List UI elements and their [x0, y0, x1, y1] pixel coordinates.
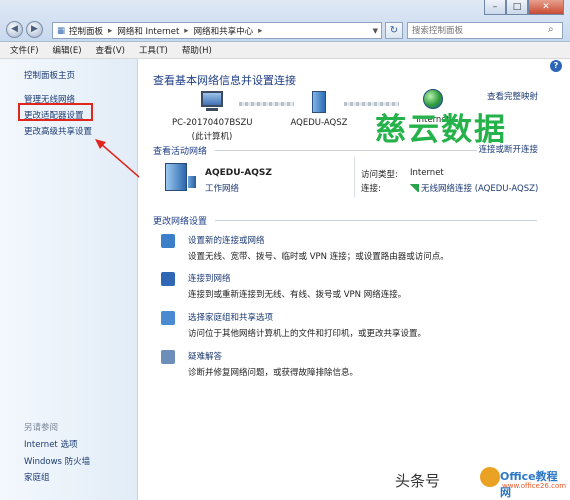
- connect-network-icon: [161, 272, 175, 286]
- change-settings-label: 更改网络设置: [153, 217, 208, 227]
- divider: [215, 220, 537, 221]
- task-title[interactable]: 设置新的连接或网络: [188, 234, 265, 246]
- divider: [354, 157, 355, 197]
- office-logo-icon: [480, 467, 500, 487]
- homegroup-icon: [161, 311, 175, 325]
- troubleshoot-icon: [161, 350, 175, 364]
- computer-icon: [201, 91, 223, 107]
- task-desc: 连接到或重新连接到无线、有线、拨号或 VPN 网络连接。: [188, 290, 407, 300]
- connections-value: 无线网络连接 (AQEDU-AQSZ): [421, 184, 539, 194]
- task-title[interactable]: 疑难解答: [188, 350, 222, 362]
- setup-connection-icon: [161, 234, 175, 248]
- node-router: AQEDU-AQSZ: [279, 91, 359, 128]
- network-name: AQEDU-AQSZ: [205, 168, 272, 178]
- router-icon: [312, 91, 326, 113]
- task-desc: 诊断并修复网络问题，或获得故障排除信息。: [188, 368, 359, 378]
- active-networks-label: 查看活动网络: [153, 147, 208, 157]
- network-type-link[interactable]: 工作网络: [205, 182, 239, 194]
- access-type-value: Internet: [410, 168, 444, 178]
- watermark-office-url: www.office26.com: [502, 482, 567, 490]
- page-title: 查看基本网络信息并设置连接: [153, 74, 296, 87]
- connections-label: 连接:: [361, 184, 381, 194]
- watermark-text: 慈云数据: [375, 112, 507, 148]
- task-desc: 设置无线、宽带、拨号、临时或 VPN 连接；或设置路由器或访问点。: [188, 252, 449, 262]
- watermark-office-logo: Office教程网 www.office26.com: [480, 467, 567, 499]
- access-type-label: 访问类型:: [361, 170, 398, 180]
- task-desc: 访问位于其他网络计算机上的文件和打印机，或更改共享设置。: [188, 329, 427, 339]
- node-this-pc: PC-20170407BSZU (此计算机): [172, 91, 253, 142]
- wifi-signal-icon: [410, 184, 419, 192]
- task-title[interactable]: 选择家庭组和共享选项: [188, 311, 273, 323]
- divider: [215, 150, 477, 151]
- node-pc-name: PC-20170407BSZU: [172, 118, 253, 128]
- view-full-map-link[interactable]: 查看完整映射: [487, 90, 538, 102]
- task-title[interactable]: 连接到网络: [188, 272, 231, 284]
- help-icon[interactable]: ?: [550, 60, 562, 72]
- node-pc-sub: (此计算机): [191, 132, 233, 142]
- watermark-toutiao: 头条号: [395, 472, 441, 490]
- node-router-name: AQEDU-AQSZ: [290, 118, 348, 128]
- connections-link[interactable]: 无线网络连接 (AQEDU-AQSZ): [410, 182, 538, 194]
- network-icon: [165, 163, 196, 191]
